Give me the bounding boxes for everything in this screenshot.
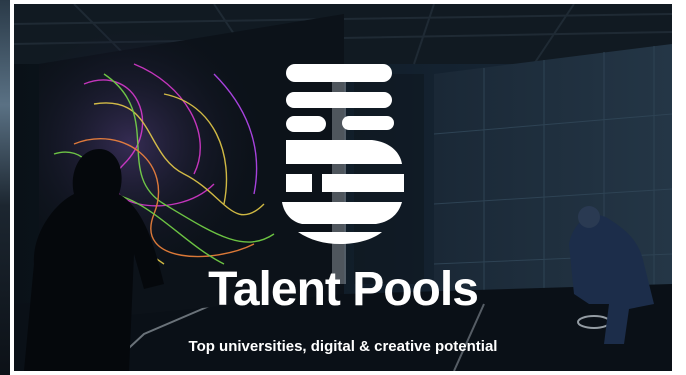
hero-title: Talent Pools (208, 263, 479, 316)
five-logo-icon: 5 (282, 64, 404, 244)
previous-slide-edge[interactable] (0, 0, 10, 375)
hero-subtitle: Top universities, digital & creative pot… (188, 338, 498, 355)
hero-banner[interactable]: 5 Talent Pools Top universities, digital… (14, 4, 672, 371)
page: 5 Talent Pools Top universities, digital… (0, 0, 686, 375)
